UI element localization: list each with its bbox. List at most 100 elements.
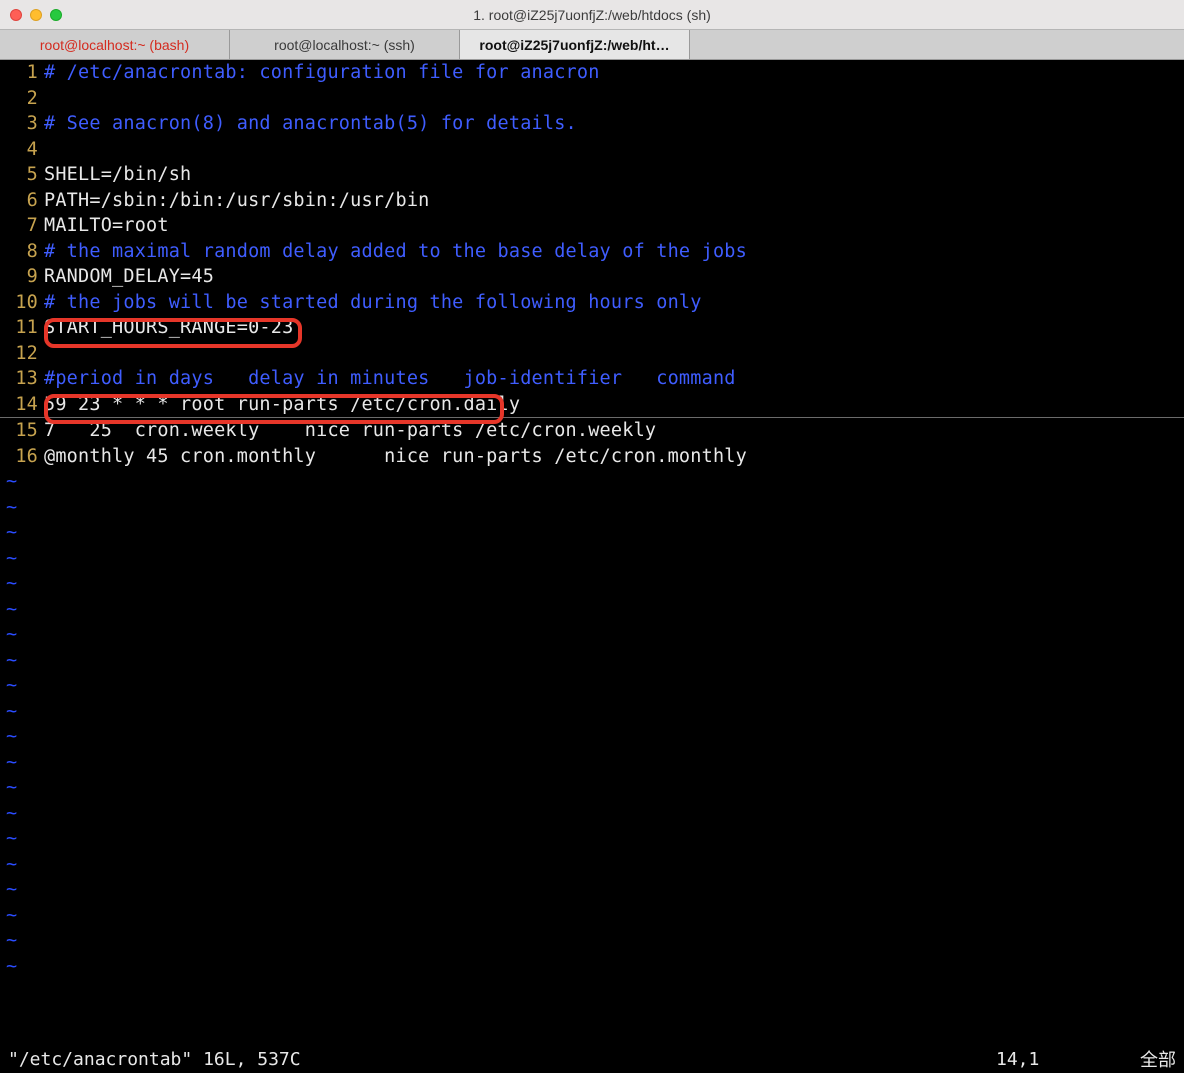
status-cursor-pos: 14,1 xyxy=(996,1049,1116,1070)
tilde-icon: ~ xyxy=(0,750,17,776)
tilde-icon: ~ xyxy=(0,673,17,699)
empty-line: ~ xyxy=(0,826,1184,852)
empty-line: ~ xyxy=(0,775,1184,801)
code-line[interactable]: 12 xyxy=(0,341,1184,367)
line-number: 9 xyxy=(0,264,44,290)
code-line[interactable]: 16@monthly 45 cron.monthly nice run-part… xyxy=(0,444,1184,470)
empty-line: ~ xyxy=(0,648,1184,674)
empty-line: ~ xyxy=(0,750,1184,776)
tilde-icon: ~ xyxy=(0,903,17,929)
empty-line: ~ xyxy=(0,724,1184,750)
empty-line: ~ xyxy=(0,622,1184,648)
code-line[interactable]: 4 xyxy=(0,137,1184,163)
line-number: 8 xyxy=(0,239,44,265)
window-titlebar: 1. root@iZ25j7uonfjZ:/web/htdocs (sh) xyxy=(0,0,1184,30)
code-line[interactable]: 11START_HOURS_RANGE=0-23 xyxy=(0,315,1184,341)
empty-line: ~ xyxy=(0,877,1184,903)
empty-line: ~ xyxy=(0,546,1184,572)
line-number: 10 xyxy=(0,290,44,316)
line-number: 14 xyxy=(0,392,44,418)
tab-label: root@localhost:~ (bash) xyxy=(40,37,189,53)
tab-label: root@iZ25j7uonfjZ:/web/ht… xyxy=(479,37,669,53)
empty-line: ~ xyxy=(0,954,1184,980)
code-line[interactable]: 1459 23 * * * root run-parts /etc/cron.d… xyxy=(0,392,1184,419)
empty-line: ~ xyxy=(0,928,1184,954)
tilde-icon: ~ xyxy=(0,699,17,725)
tab-0[interactable]: root@localhost:~ (bash) xyxy=(0,30,230,59)
empty-line: ~ xyxy=(0,469,1184,495)
line-number: 1 xyxy=(0,60,44,86)
tab-label: root@localhost:~ (ssh) xyxy=(274,37,415,53)
code-line[interactable]: 13#period in days delay in minutes job-i… xyxy=(0,366,1184,392)
line-text xyxy=(44,137,1184,163)
empty-line: ~ xyxy=(0,495,1184,521)
code-line[interactable]: 2 xyxy=(0,86,1184,112)
tilde-icon: ~ xyxy=(0,724,17,750)
line-text xyxy=(44,86,1184,112)
tab-bar: root@localhost:~ (bash) root@localhost:~ … xyxy=(0,30,1184,60)
empty-line: ~ xyxy=(0,597,1184,623)
code-line[interactable]: 5SHELL=/bin/sh xyxy=(0,162,1184,188)
line-number: 15 xyxy=(0,418,44,444)
tilde-icon: ~ xyxy=(0,877,17,903)
code-line[interactable]: 1# /etc/anacrontab: configuration file f… xyxy=(0,60,1184,86)
tilde-icon: ~ xyxy=(0,571,17,597)
tilde-icon: ~ xyxy=(0,928,17,954)
tilde-icon: ~ xyxy=(0,546,17,572)
line-text: START_HOURS_RANGE=0-23 xyxy=(44,315,1184,341)
tab-1[interactable]: root@localhost:~ (ssh) xyxy=(230,30,460,59)
tilde-icon: ~ xyxy=(0,520,17,546)
line-text: RANDOM_DELAY=45 xyxy=(44,264,1184,290)
line-number: 7 xyxy=(0,213,44,239)
line-text: #period in days delay in minutes job-ide… xyxy=(44,366,1184,392)
window-title: 1. root@iZ25j7uonfjZ:/web/htdocs (sh) xyxy=(473,7,711,23)
line-text: 59 23 * * * root run-parts /etc/cron.dai… xyxy=(44,392,1184,418)
line-number: 12 xyxy=(0,341,44,367)
tilde-icon: ~ xyxy=(0,495,17,521)
line-text: @monthly 45 cron.monthly nice run-parts … xyxy=(44,444,1184,470)
code-line[interactable]: 7MAILTO=root xyxy=(0,213,1184,239)
code-line[interactable]: 10# the jobs will be started during the … xyxy=(0,290,1184,316)
line-number: 11 xyxy=(0,315,44,341)
line-text: # /etc/anacrontab: configuration file fo… xyxy=(44,60,1184,86)
line-text: # the maximal random delay added to the … xyxy=(44,239,1184,265)
tilde-icon: ~ xyxy=(0,622,17,648)
code-line[interactable]: 9RANDOM_DELAY=45 xyxy=(0,264,1184,290)
line-text: MAILTO=root xyxy=(44,213,1184,239)
tilde-icon: ~ xyxy=(0,801,17,827)
line-number: 13 xyxy=(0,366,44,392)
line-text: # See anacron(8) and anacrontab(5) for d… xyxy=(44,111,1184,137)
code-line[interactable]: 6PATH=/sbin:/bin:/usr/sbin:/usr/bin xyxy=(0,188,1184,214)
tilde-icon: ~ xyxy=(0,597,17,623)
line-number: 2 xyxy=(0,86,44,112)
code-line[interactable]: 157 25 cron.weekly nice run-parts /etc/c… xyxy=(0,418,1184,444)
line-text: 7 25 cron.weekly nice run-parts /etc/cro… xyxy=(44,418,1184,444)
tilde-icon: ~ xyxy=(0,648,17,674)
status-file-info: "/etc/anacrontab" 16L, 537C xyxy=(8,1049,996,1070)
tilde-icon: ~ xyxy=(0,954,17,980)
editor-area[interactable]: 1# /etc/anacrontab: configuration file f… xyxy=(0,60,1184,1045)
code-line[interactable]: 3# See anacron(8) and anacrontab(5) for … xyxy=(0,111,1184,137)
line-text: PATH=/sbin:/bin:/usr/sbin:/usr/bin xyxy=(44,188,1184,214)
line-number: 6 xyxy=(0,188,44,214)
empty-line: ~ xyxy=(0,520,1184,546)
tilde-icon: ~ xyxy=(0,852,17,878)
empty-line: ~ xyxy=(0,673,1184,699)
line-number: 3 xyxy=(0,111,44,137)
traffic-lights xyxy=(10,9,62,21)
minimize-icon[interactable] xyxy=(30,9,42,21)
tilde-icon: ~ xyxy=(0,826,17,852)
close-icon[interactable] xyxy=(10,9,22,21)
tilde-icon: ~ xyxy=(0,775,17,801)
empty-line: ~ xyxy=(0,903,1184,929)
code-line[interactable]: 8# the maximal random delay added to the… xyxy=(0,239,1184,265)
tilde-icon: ~ xyxy=(0,469,17,495)
empty-line: ~ xyxy=(0,571,1184,597)
tab-2[interactable]: root@iZ25j7uonfjZ:/web/ht… xyxy=(460,30,690,59)
line-number: 5 xyxy=(0,162,44,188)
status-scroll: 全部 xyxy=(1116,1046,1176,1072)
maximize-icon[interactable] xyxy=(50,9,62,21)
line-text: # the jobs will be started during the fo… xyxy=(44,290,1184,316)
line-number: 4 xyxy=(0,137,44,163)
empty-line: ~ xyxy=(0,852,1184,878)
